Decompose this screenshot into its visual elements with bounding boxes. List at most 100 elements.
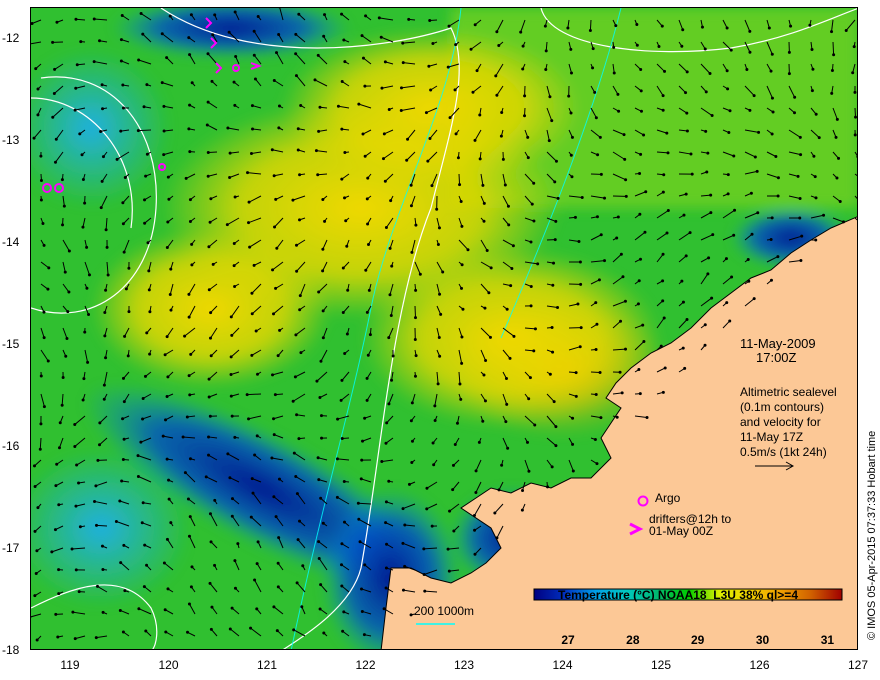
velocity-arrow-head [83, 201, 87, 205]
velocity-arrow-head [458, 382, 462, 386]
velocity-arrow-head [96, 584, 100, 588]
velocity-arrow-head [834, 135, 838, 139]
velocity-arrow-head [663, 69, 667, 73]
velocity-arrow-head [854, 115, 857, 119]
velocity-arrow-head [272, 605, 276, 609]
velocity-arrow-head [85, 286, 89, 290]
velocity-arrow-head [143, 198, 147, 202]
velocity-arrow-head [230, 414, 234, 418]
velocity-arrow-head [165, 335, 169, 339]
velocity-arrow-head [594, 393, 598, 397]
velocity-arrow-head [769, 238, 773, 242]
lon-tick-label: 122 [355, 658, 376, 672]
velocity-arrow-head [482, 201, 486, 205]
velocity-arrow-head [42, 336, 46, 340]
velocity-arrow-head [246, 171, 250, 175]
map-time: 17:00Z [756, 350, 797, 365]
velocity-arrow-head [430, 524, 434, 528]
velocity-arrow-head [387, 336, 391, 340]
velocity-arrow-head [250, 312, 254, 316]
lon-tick-label: 120 [158, 658, 179, 672]
velocity-arrow-head [276, 354, 280, 358]
velocity-arrow-head [58, 421, 62, 425]
velocity-arrow-head [122, 400, 126, 404]
velocity-arrow-head [74, 568, 78, 572]
velocity-arrow-head [622, 133, 626, 137]
velocity-arrow-head [232, 264, 236, 268]
velocity-arrow-head [249, 626, 253, 630]
velocity-arrow-head [226, 126, 230, 130]
velocity-arrow-head [637, 368, 641, 372]
velocity-arrow-head [620, 391, 624, 395]
velocity-arrow-head [570, 135, 574, 139]
velocity-arrow-head [106, 273, 110, 277]
velocity-arrow-head [495, 536, 499, 540]
velocity-arrow-head [60, 178, 64, 182]
velocity-arrow-head [277, 126, 281, 130]
velocity-arrow-head [343, 351, 347, 355]
velocity-arrow-head [366, 222, 370, 226]
velocity-arrow-head [410, 460, 414, 464]
velocity-arrow-head [143, 543, 147, 547]
velocity-arrow-head [474, 490, 478, 494]
velocity-arrow-head [32, 136, 36, 140]
map-date: 11-May-2009 [740, 336, 816, 351]
velocity-arrow-head [567, 94, 571, 98]
velocity-arrow-head [660, 24, 664, 28]
velocity-arrow-head [530, 202, 534, 206]
velocity-arrow-head [401, 588, 405, 592]
velocity-arrow-head [190, 242, 194, 246]
velocity-arrow-head [521, 44, 525, 48]
velocity-arrow-head [123, 334, 127, 338]
colorbar-title: Temperature (°C) NOAA18_L3U 38% ql>=4 [558, 588, 798, 602]
velocity-arrow-head [272, 79, 276, 83]
velocity-arrow-head [255, 562, 259, 566]
velocity-arrow-head [320, 436, 324, 440]
velocity-arrow-head [54, 484, 58, 488]
velocity-arrow-head [341, 629, 345, 633]
velocity-arrow-head [209, 540, 213, 544]
velocity-arrow-head [232, 241, 236, 245]
velocity-arrow-head [407, 17, 411, 21]
velocity-arrow-head [294, 32, 298, 36]
velocity-arrow-head [321, 247, 325, 251]
velocity-arrow-head [315, 379, 319, 383]
velocity-arrow-head [295, 413, 299, 417]
velocity-arrow-head [127, 310, 131, 314]
velocity-arrow-head [426, 159, 430, 163]
velocity-arrow-head [363, 84, 367, 88]
velocity-arrow-head [184, 176, 188, 180]
velocity-arrow-head [39, 154, 43, 158]
velocity-arrow-head [796, 174, 800, 178]
velocity-arrow-head [612, 71, 616, 75]
velocity-arrow-head [748, 29, 752, 33]
velocity-arrow-head [292, 628, 296, 632]
velocity-arrow-head [229, 315, 233, 319]
velocity-arrow-head [209, 336, 213, 340]
velocity-arrow-head [789, 24, 793, 28]
velocity-arrow-head [461, 307, 465, 311]
velocity-arrow-head [273, 393, 277, 397]
velocity-arrow-head [578, 260, 582, 264]
velocity-arrow-head [250, 104, 254, 108]
velocity-arrow-head [121, 630, 125, 634]
velocity-arrow-head [661, 252, 665, 256]
velocity-arrow-head [209, 627, 213, 631]
velocity-arrow-head [39, 178, 43, 182]
velocity-arrow-head [381, 157, 385, 161]
velocity-arrow-head [250, 353, 254, 357]
velocity-arrow-head [277, 32, 281, 36]
velocity-arrow-head [207, 395, 211, 399]
velocity-arrow-head [162, 561, 166, 565]
velocity-arrow-head [136, 475, 140, 479]
velocity-arrow-head [749, 191, 753, 195]
velocity-arrow-head [700, 25, 704, 29]
velocity-arrow-head [501, 157, 505, 161]
velocity-arrow-head [598, 135, 602, 139]
velocity-arrow-head [382, 607, 386, 611]
velocity-arrow-head [509, 284, 513, 288]
velocity-arrow-head [321, 521, 325, 525]
velocity-arrow-head [459, 286, 463, 290]
velocity-arrow-head [39, 374, 43, 378]
velocity-arrow-head [822, 213, 826, 217]
